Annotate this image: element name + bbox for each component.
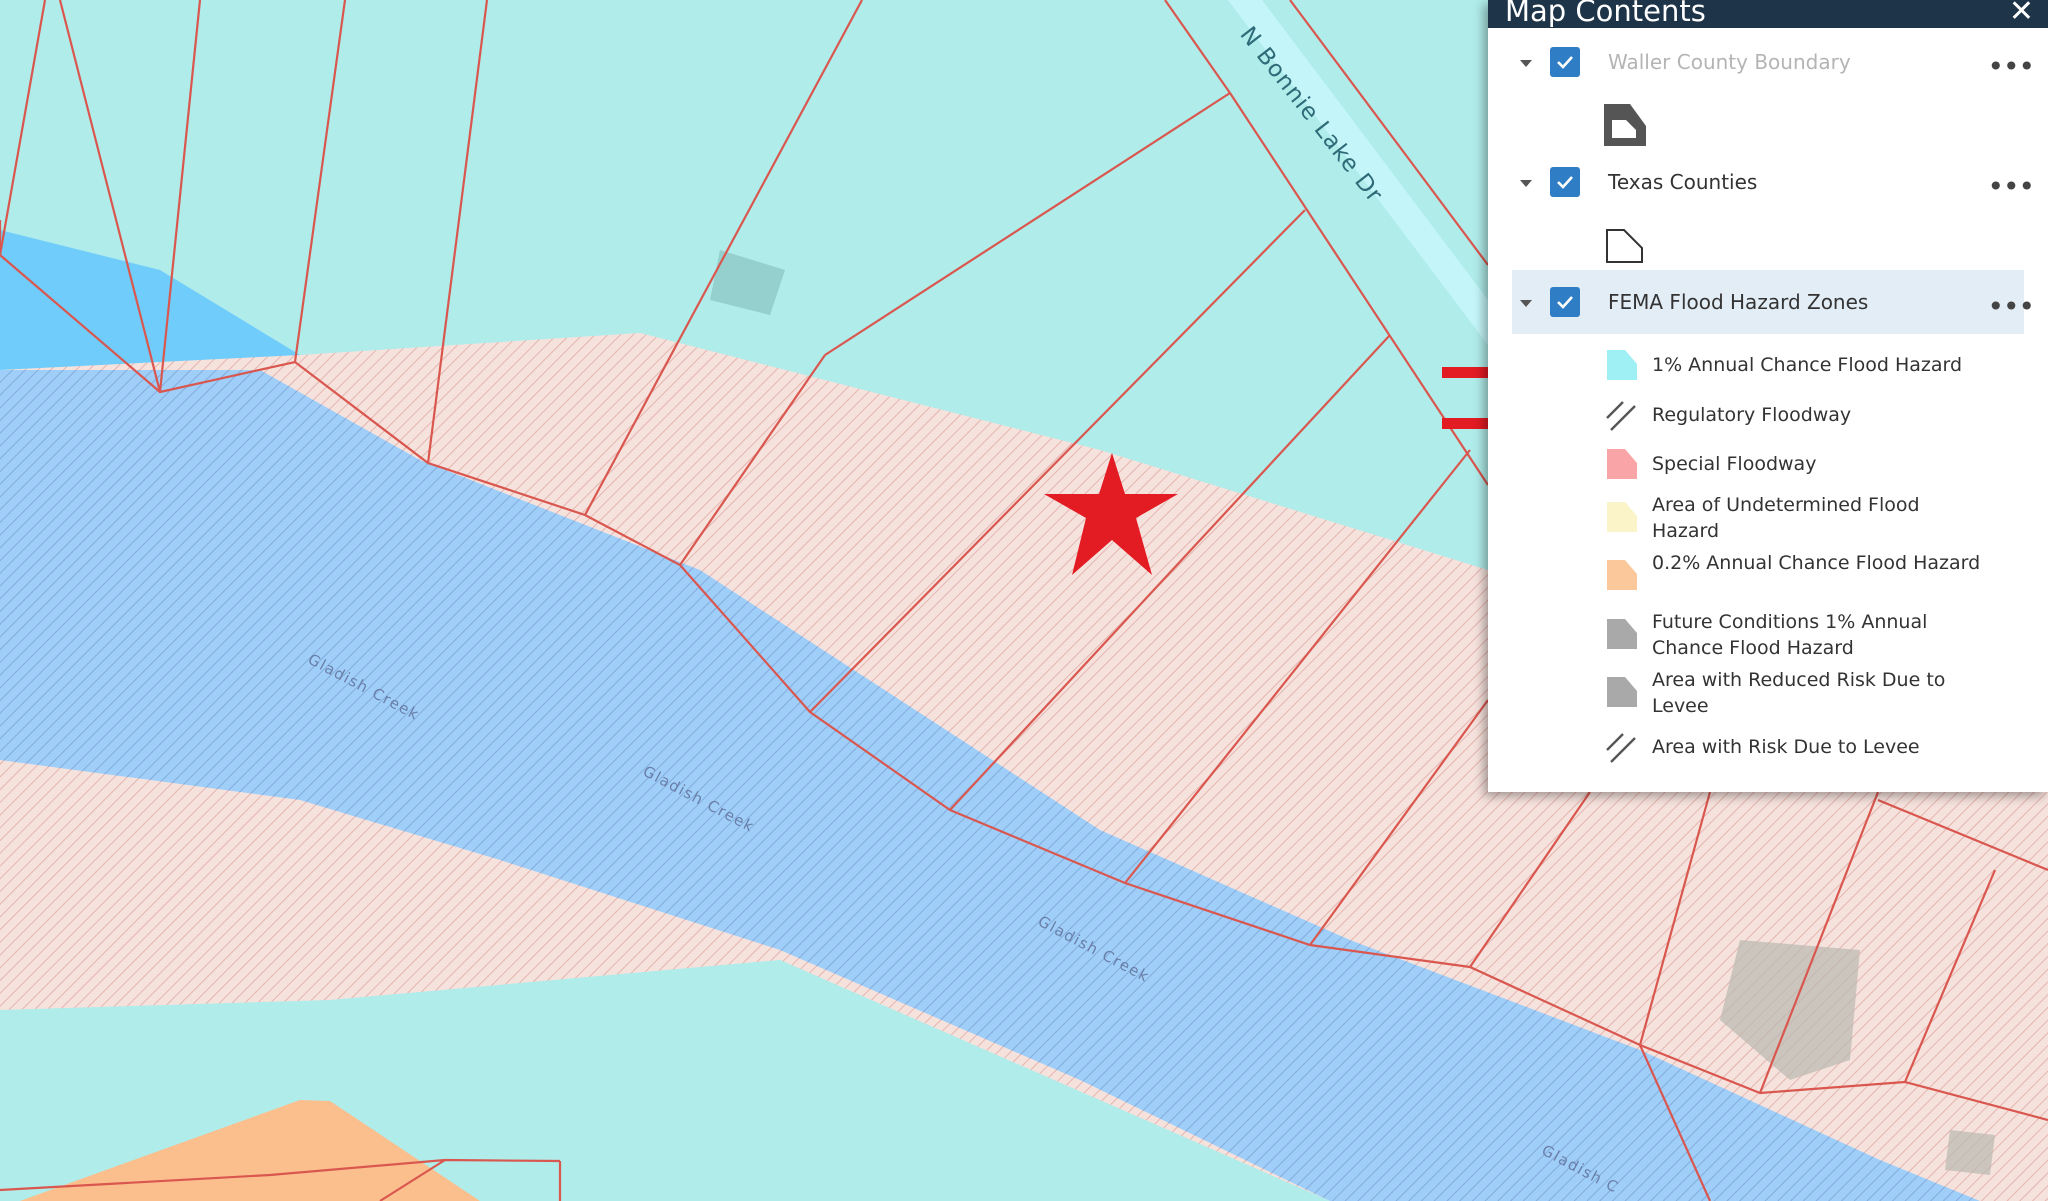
legend-label: Area with Risk Due to Levee	[1652, 736, 1920, 758]
swatch-icon	[1607, 350, 1637, 380]
layer-checkbox[interactable]	[1550, 287, 1580, 317]
legend-label: Regulatory Floodway	[1652, 404, 1852, 426]
layer-row-fema-flood[interactable]: FEMA Flood Hazard Zones	[1512, 270, 2024, 334]
hatch-swatch-icon	[1606, 733, 1636, 763]
swatch-icon	[1607, 449, 1637, 479]
hatch-swatch-icon	[1606, 401, 1636, 431]
more-options-icon[interactable]: •••	[1987, 50, 2035, 83]
legend-label: Area of Undetermined Flood Hazard	[1652, 494, 1920, 542]
layer-name: FEMA Flood Hazard Zones	[1608, 290, 1869, 314]
more-options-icon[interactable]: •••	[1987, 290, 2035, 323]
panel-header: Map Contents ✕	[1488, 0, 2048, 31]
more-options-icon[interactable]: •••	[1987, 170, 2035, 203]
close-icon[interactable]: ✕	[2009, 0, 2034, 31]
legend-label: Future Conditions 1% Annual Chance Flood…	[1652, 611, 1928, 659]
layer-name: Texas Counties	[1608, 170, 1758, 194]
swatch-icon	[1607, 560, 1637, 590]
county-outline-symbol-icon	[1606, 229, 1643, 263]
legend-label: 1% Annual Chance Flood Hazard	[1652, 354, 1963, 376]
chevron-down-icon[interactable]	[1520, 300, 1532, 307]
swatch-icon	[1607, 619, 1637, 649]
building	[1945, 1130, 1995, 1175]
swatch-icon	[1607, 502, 1637, 532]
chevron-down-icon[interactable]	[1520, 60, 1532, 67]
panel-title: Map Contents	[1505, 0, 1706, 28]
legend-label: Area with Reduced Risk Due to Levee	[1652, 669, 1946, 717]
legend-label: 0.2% Annual Chance Flood Hazard	[1652, 552, 1981, 574]
layer-name: Waller County Boundary	[1608, 50, 1851, 74]
layer-row-waller-county[interactable]: Waller County Boundary •••	[1488, 32, 2048, 94]
chevron-down-icon[interactable]	[1520, 180, 1532, 187]
layer-row-texas-counties[interactable]: Texas Counties •••	[1488, 152, 2048, 214]
map-contents-panel: Map Contents ✕ Waller County Boundary ••…	[1488, 0, 2048, 792]
county-boundary-symbol-icon	[1604, 104, 1646, 146]
swatch-icon	[1607, 677, 1637, 707]
legend-label: Special Floodway	[1652, 453, 1817, 475]
layer-checkbox[interactable]	[1550, 167, 1580, 197]
layer-checkbox[interactable]	[1550, 47, 1580, 77]
